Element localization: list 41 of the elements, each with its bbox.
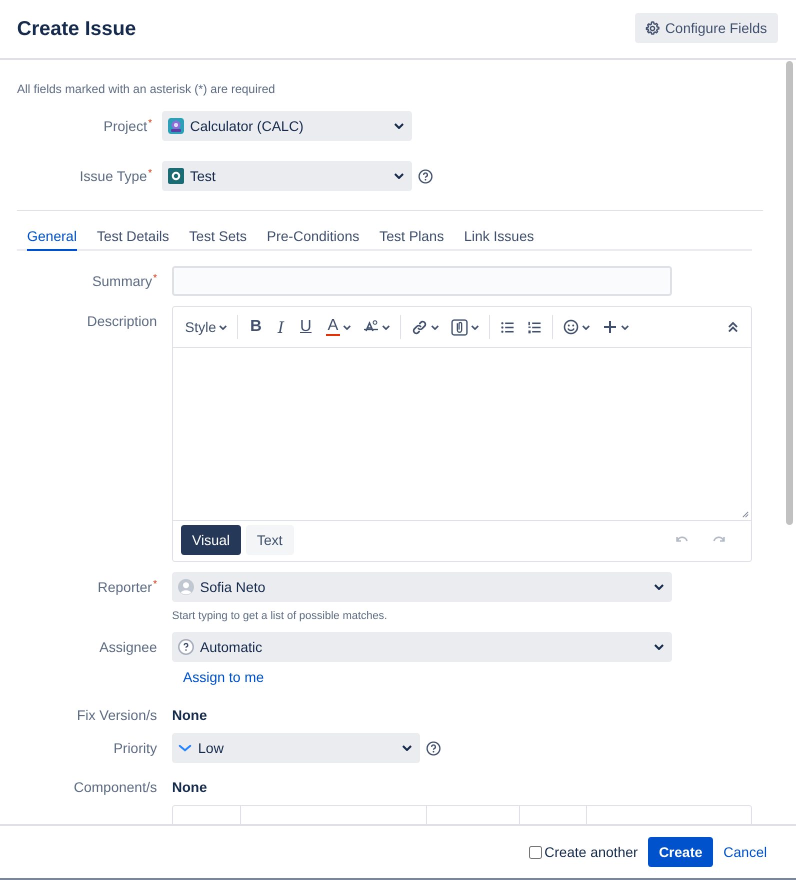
tab[interactable]: Test Details: [96, 226, 170, 251]
field-value: None: [172, 779, 207, 795]
style-dropdown[interactable]: Style: [179, 313, 234, 341]
tab[interactable]: Pre-Conditions: [266, 226, 360, 251]
field-value: None: [172, 707, 207, 723]
field-label: Assignee: [99, 639, 157, 655]
field-label: Component/s: [74, 779, 157, 795]
underline-button[interactable]: U: [292, 313, 320, 341]
required-mark: *: [148, 118, 152, 129]
color-button[interactable]: A: [320, 313, 358, 341]
priority-select[interactable]: Low: [172, 733, 420, 763]
field-label: Priority: [113, 740, 157, 756]
tab[interactable]: Test Plans: [379, 226, 444, 251]
field-hint: Start typing to get a list of possible matches.: [172, 610, 388, 622]
required-mark: *: [153, 579, 157, 590]
required-note: All fields marked with an asterisk (*) are required: [17, 82, 276, 96]
tab[interactable]: Test Sets: [189, 226, 247, 251]
select-field[interactable]: Calculator (CALC): [162, 111, 412, 141]
field-label: Reporter: [98, 579, 152, 595]
field-label: Project: [104, 118, 148, 134]
assign-to-me-link[interactable]: Assign to me: [183, 669, 264, 685]
cancel-link[interactable]: Cancel: [723, 844, 767, 860]
field-label: Description: [86, 313, 157, 329]
field-label: Issue Type: [80, 168, 148, 184]
configure-fields-button[interactable]: Configure Fields: [635, 13, 778, 43]
checkbox-label: Create another: [544, 844, 638, 860]
italic-button[interactable]: I: [270, 313, 292, 341]
dialog-title: Create Issue: [17, 18, 136, 40]
tab[interactable]: General: [27, 226, 77, 251]
required-mark: *: [153, 273, 157, 284]
create-button[interactable]: Create: [648, 837, 714, 867]
field-label: Summary: [92, 273, 152, 289]
mode-tab[interactable]: Text: [246, 525, 294, 555]
field-label: Fix Version/s: [76, 707, 157, 723]
bold-button[interactable]: B: [242, 313, 270, 341]
select-field[interactable]: Test: [162, 161, 412, 191]
required-mark: *: [148, 168, 152, 179]
mode-tab[interactable]: Visual: [181, 525, 241, 555]
reporter-select[interactable]: Sofia Neto: [172, 572, 672, 602]
assignee-select[interactable]: Automatic: [172, 632, 672, 662]
tab[interactable]: Link Issues: [464, 226, 534, 251]
